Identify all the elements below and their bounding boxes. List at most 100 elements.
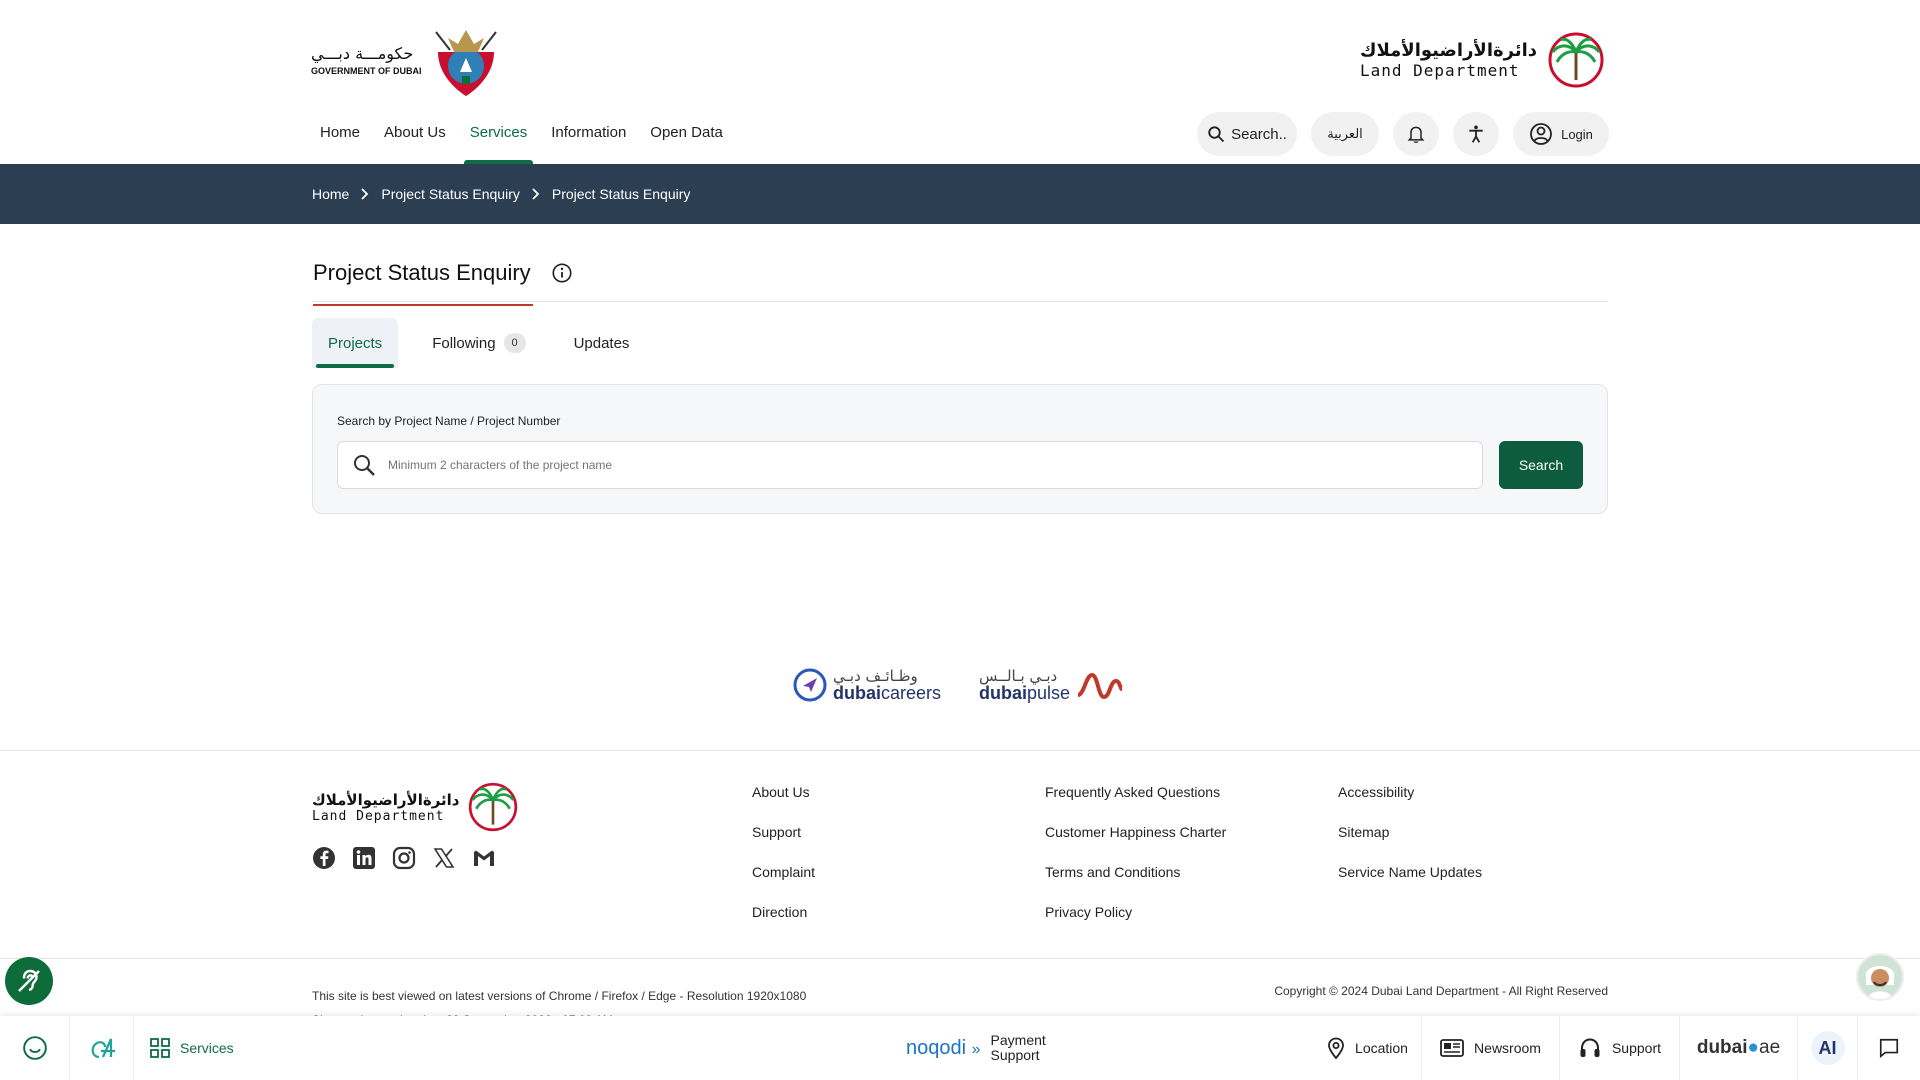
- government-of-dubai-logo[interactable]: حكومـــة دبـــي GOVERNMENT OF DUBAI: [311, 22, 502, 98]
- nav-information[interactable]: Information: [541, 115, 636, 164]
- footer-link-direction[interactable]: Direction: [752, 904, 815, 922]
- dubai-now-icon: [91, 1038, 115, 1059]
- login-button[interactable]: Login: [1513, 112, 1609, 156]
- dubai-careers-logo[interactable]: وظـائـف دبـي dubaicareers: [793, 668, 941, 702]
- accessibility-button[interactable]: [1453, 112, 1499, 156]
- footer-land-department-logo[interactable]: دائرةالأراضيوالأملاك Land Department: [312, 782, 522, 832]
- instagram-icon[interactable]: [392, 846, 416, 870]
- virtual-assistant-avatar[interactable]: [1856, 953, 1904, 1001]
- footer-bottom-divider: [0, 958, 1920, 959]
- newsroom-button[interactable]: Newsroom: [1422, 1016, 1560, 1080]
- ai-assistant-button[interactable]: AI: [1798, 1016, 1858, 1080]
- newspaper-icon: [1440, 1039, 1464, 1057]
- ai-logo-icon: AI: [1810, 1031, 1845, 1065]
- chevron-right-icon: [361, 188, 369, 200]
- social-links: [312, 846, 496, 870]
- language-toggle-button[interactable]: العربية: [1311, 112, 1379, 156]
- tabs: Projects Following 0 Updates: [312, 318, 647, 368]
- footer-link-support[interactable]: Support: [752, 824, 815, 842]
- tab-projects-label: Projects: [328, 334, 383, 352]
- browser-support-note: This site is best viewed on latest versi…: [312, 989, 807, 1003]
- chat-bubble-icon: [1879, 1038, 1899, 1058]
- page-title: Project Status Enquiry: [313, 260, 533, 306]
- map-pin-icon: [1328, 1037, 1344, 1059]
- headset-icon: [1580, 1038, 1600, 1057]
- accessibility-person-icon: [1469, 125, 1483, 143]
- tab-following-label: Following: [432, 334, 496, 352]
- tab-updates[interactable]: Updates: [558, 318, 646, 368]
- hearing-accessibility-button[interactable]: [5, 957, 53, 1005]
- footer-dld-english: Land Department: [312, 808, 445, 824]
- x-twitter-icon[interactable]: [432, 846, 456, 870]
- tab-following[interactable]: Following 0: [416, 318, 541, 368]
- location-button[interactable]: Location: [1314, 1016, 1422, 1080]
- partner-logos: وظـائـف دبـي dubaicareers دبـي بـالــس d…: [793, 668, 1124, 702]
- land-department-logo[interactable]: دائرةالأراضيوالأملاك Land Department: [1360, 32, 1609, 88]
- location-label: Location: [1355, 1040, 1408, 1056]
- footer-dld-arabic: دائرةالأراضيوالأملاك: [312, 790, 460, 809]
- footer-divider: [0, 750, 1920, 751]
- payment-support-line1: Payment: [990, 1032, 1046, 1048]
- payment-support-line2: Support: [990, 1047, 1040, 1063]
- ear-hearing-icon: [18, 969, 40, 992]
- gmail-icon[interactable]: [472, 846, 496, 870]
- dubai-ae-link[interactable]: dubai●ae: [1680, 1016, 1798, 1080]
- tab-updates-label: Updates: [573, 334, 630, 352]
- palm-tree-emblem-icon: [1548, 32, 1604, 88]
- footer-link-service-name-updates[interactable]: Service Name Updates: [1338, 864, 1482, 882]
- footer-link-faq[interactable]: Frequently Asked Questions: [1045, 784, 1226, 802]
- pulse-wave-icon: [1077, 672, 1124, 700]
- smiley-icon: [22, 1036, 47, 1060]
- header-search-label: Search..: [1231, 125, 1287, 143]
- dubai-careers-arabic: وظـائـف دبـي: [833, 666, 918, 685]
- assistant-avatar-icon: [1858, 955, 1902, 999]
- support-button[interactable]: Support: [1560, 1016, 1680, 1080]
- project-search-input[interactable]: [386, 457, 1446, 473]
- noqodi-payment-support[interactable]: noqodi » Payment Support: [906, 1016, 1046, 1080]
- search-icon: [1208, 126, 1225, 143]
- nav-services[interactable]: Services: [460, 115, 538, 164]
- bottom-quick-bar: Services noqodi » Payment Support Locati…: [0, 1016, 1920, 1080]
- linkedin-icon[interactable]: [352, 846, 376, 870]
- main-nav: Home About Us Services Information Open …: [310, 115, 737, 164]
- search-button[interactable]: Search: [1499, 441, 1583, 489]
- support-label: Support: [1611, 1040, 1662, 1056]
- footer-link-privacy-policy[interactable]: Privacy Policy: [1045, 904, 1226, 922]
- breadcrumb: Home Project Status Enquiry Project Stat…: [0, 164, 1920, 224]
- info-icon[interactable]: [551, 262, 573, 289]
- dubai-now-button[interactable]: [70, 1016, 134, 1080]
- dubai-pulse-logo[interactable]: دبـي بـالــس dubaipulse: [979, 668, 1124, 702]
- footer-column-1: About Us Support Complaint Direction: [752, 784, 815, 922]
- falcon-emblem-icon: [434, 30, 497, 96]
- copyright-text: Copyright © 2024 Dubai Land Department -…: [1274, 984, 1608, 998]
- footer-link-complaint[interactable]: Complaint: [752, 864, 815, 882]
- grid-icon: [150, 1038, 170, 1058]
- footer-link-accessibility[interactable]: Accessibility: [1338, 784, 1482, 802]
- search-icon: [354, 455, 375, 476]
- notifications-button[interactable]: [1393, 112, 1439, 156]
- footer-link-sitemap[interactable]: Sitemap: [1338, 824, 1482, 842]
- breadcrumb-current: Project Status Enquiry: [551, 186, 691, 202]
- search-box[interactable]: [337, 441, 1483, 489]
- services-quick-button[interactable]: Services: [134, 1016, 246, 1080]
- nav-open-data[interactable]: Open Data: [640, 115, 733, 164]
- header-search-button[interactable]: Search..: [1197, 112, 1297, 156]
- breadcrumb-home[interactable]: Home: [312, 186, 349, 202]
- bell-icon: [1407, 126, 1425, 143]
- happiness-meter-button[interactable]: [0, 1016, 70, 1080]
- site-header: حكومـــة دبـــي GOVERNMENT OF DUBAI دائر…: [0, 0, 1920, 164]
- footer-link-terms[interactable]: Terms and Conditions: [1045, 864, 1226, 882]
- dubai-ae-logo: dubai●ae: [1696, 1037, 1781, 1058]
- nav-about-us[interactable]: About Us: [374, 115, 456, 164]
- nav-home[interactable]: Home: [310, 115, 370, 164]
- gov-logo-arabic: حكومـــة دبـــي: [311, 44, 414, 63]
- search-label: Search by Project Name / Project Number: [337, 414, 561, 428]
- footer-link-about-us[interactable]: About Us: [752, 784, 815, 802]
- chat-button[interactable]: [1858, 1016, 1920, 1080]
- newsroom-label: Newsroom: [1474, 1040, 1541, 1056]
- footer-link-customer-happiness-charter[interactable]: Customer Happiness Charter: [1045, 824, 1226, 842]
- facebook-icon[interactable]: [312, 846, 336, 870]
- project-search-panel: Search by Project Name / Project Number …: [312, 384, 1608, 514]
- breadcrumb-project-status-enquiry[interactable]: Project Status Enquiry: [381, 186, 520, 202]
- tab-projects[interactable]: Projects: [312, 318, 399, 368]
